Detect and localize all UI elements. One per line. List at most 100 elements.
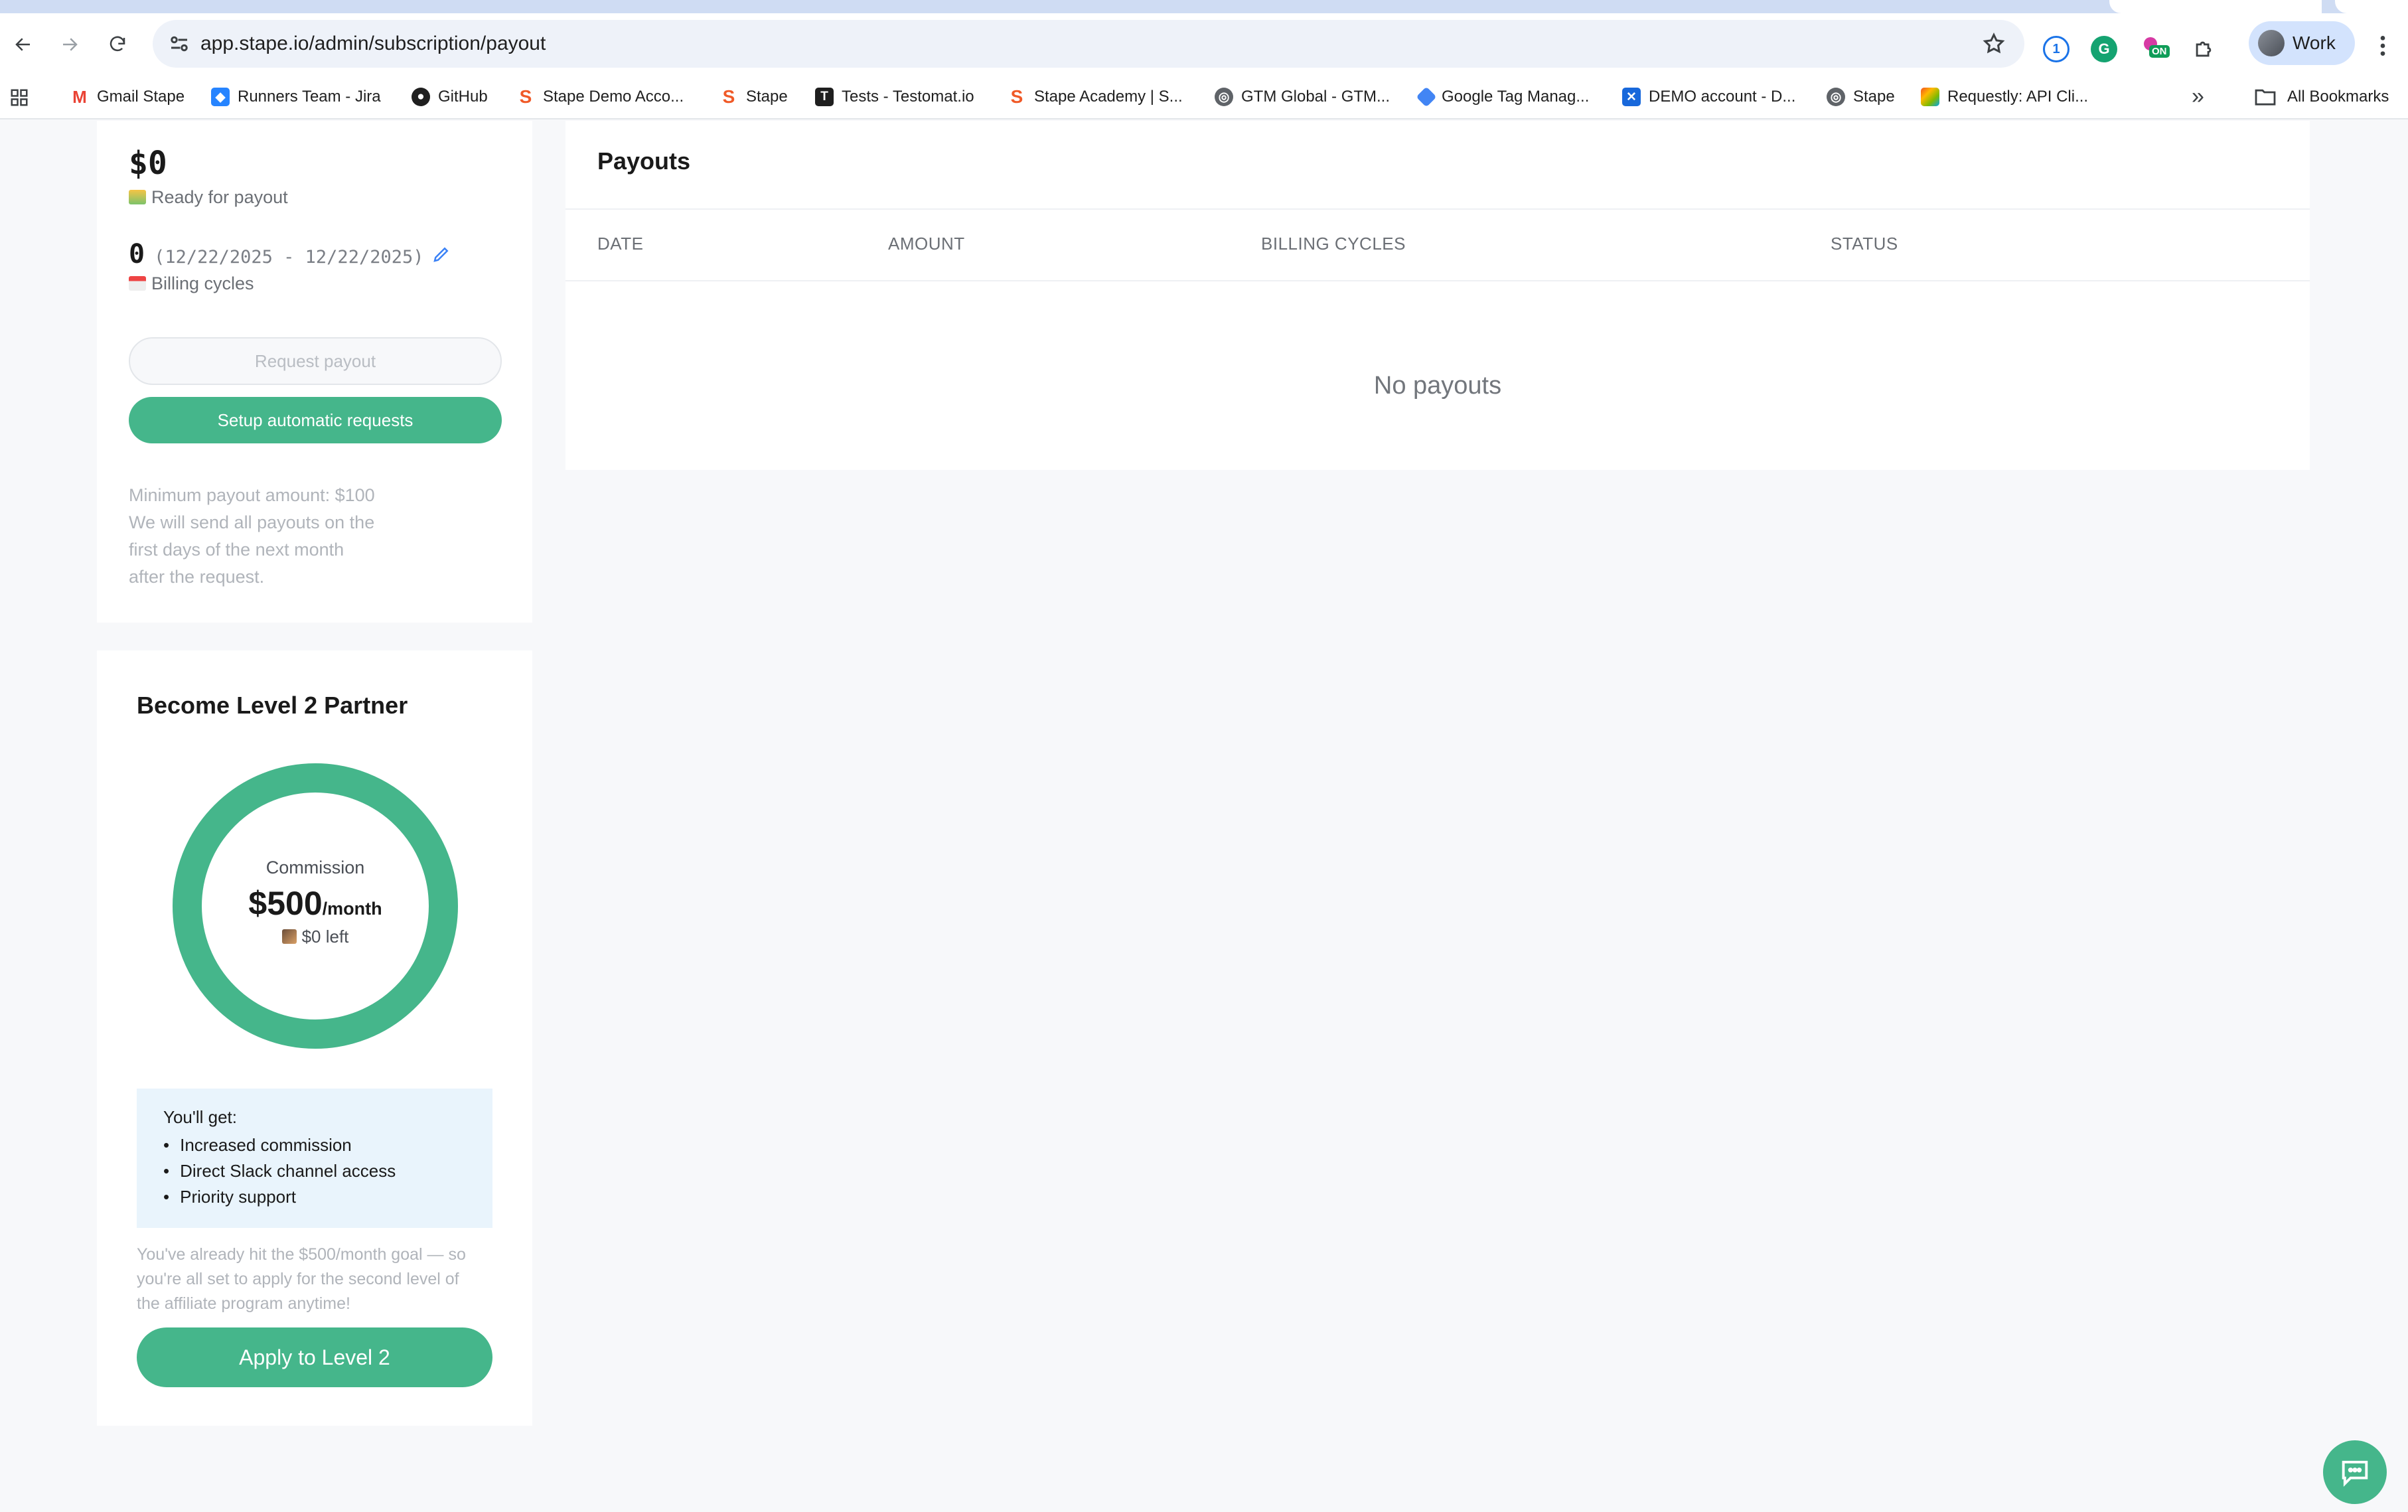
stape-icon: S (1008, 86, 1026, 107)
stape-icon: S (719, 86, 738, 107)
github-icon: ● (412, 88, 430, 106)
extension-on-icon[interactable]: ON (2143, 36, 2170, 62)
confluence-icon: ✕ (1622, 88, 1641, 106)
bookmarks-bar: M Gmail Stape ◆ Runners Team - Jira ● Gi… (0, 74, 2408, 119)
bookmark-label: Google Tag Manag... (1442, 88, 1590, 106)
stape-icon: S (516, 86, 535, 107)
bookmark-item[interactable]: ◎ GTM Global - GTM... (1215, 74, 1390, 119)
level-partner-card: Become Level 2 Partner Commission $500/m… (97, 650, 532, 1426)
forward-icon[interactable] (53, 28, 86, 61)
all-bookmarks-label: All Bookmarks (2287, 88, 2389, 106)
extension-badge: ON (2149, 45, 2170, 58)
payouts-title: Payouts (597, 147, 691, 175)
column-header-date[interactable]: DATE (597, 234, 643, 254)
folder-icon (2255, 89, 2276, 106)
back-icon[interactable] (7, 28, 40, 61)
chat-bubble-icon (2342, 1460, 2368, 1487)
avatar (2258, 30, 2285, 56)
request-payout-button[interactable]: Request payout (129, 337, 502, 385)
bookmark-item[interactable]: Requestly: API Cli... (1921, 74, 2088, 119)
globe-icon: ◎ (1827, 88, 1845, 106)
commission-left-text: $0 left (301, 927, 349, 946)
extensions-puzzle-icon[interactable] (2190, 36, 2217, 62)
grammarly-icon[interactable]: G (2091, 36, 2117, 62)
benefit-item: Direct Slack channel access (163, 1158, 396, 1184)
apply-level-2-button[interactable]: Apply to Level 2 (137, 1327, 492, 1387)
bookmark-star-icon[interactable] (1982, 32, 2006, 56)
bookmark-label: Gmail Stape (97, 88, 185, 106)
billing-cycles-row: 0 (12/22/2025 - 12/22/2025) (129, 239, 451, 269)
bookmark-item[interactable]: ◎ Stape (1827, 74, 1895, 119)
bookmark-item[interactable]: ◆ Runners Team - Jira (211, 74, 381, 119)
more-bookmarks-icon[interactable]: » (2192, 85, 2214, 109)
climber-icon (281, 929, 297, 944)
benefits-title: You'll get: (163, 1107, 237, 1127)
all-bookmarks-button[interactable]: All Bookmarks (2254, 74, 2389, 119)
ready-label-text: Ready for payout (151, 187, 288, 207)
bookmark-label: Runners Team - Jira (238, 88, 381, 106)
apps-grid-icon[interactable] (9, 88, 29, 108)
testomat-icon: T (815, 88, 834, 106)
commission-left: $0 left (173, 927, 458, 947)
divider (565, 280, 2310, 281)
payout-balance: $0 (129, 145, 167, 182)
bookmark-item[interactable]: S Stape (719, 74, 788, 119)
address-bar[interactable]: app.stape.io/admin/subscription/payout (153, 20, 2024, 68)
tab-edge[interactable] (2335, 0, 2408, 13)
level-title: Become Level 2 Partner (137, 692, 408, 719)
tab-strip (0, 0, 2408, 13)
column-header-amount[interactable]: AMOUNT (888, 234, 965, 254)
empty-state-text: No payouts (1373, 372, 1502, 400)
bookmark-label: Stape (746, 88, 788, 106)
payout-note: Minimum payout amount: $100 We will send… (129, 482, 408, 591)
column-header-status[interactable]: STATUS (1831, 234, 1898, 254)
bookmark-item[interactable]: ● GitHub (412, 74, 488, 119)
bookmark-item[interactable]: T Tests - Testomat.io (815, 74, 974, 119)
active-tab-edge[interactable] (2109, 0, 2322, 13)
billing-label-text: Billing cycles (151, 273, 254, 293)
bookmark-item[interactable]: Google Tag Manag... (1416, 74, 1590, 119)
column-header-billing-cycles[interactable]: BILLING CYCLES (1261, 234, 1406, 254)
bookmark-item[interactable]: ✕ DEMO account - D... (1622, 74, 1795, 119)
requestly-icon (1921, 88, 1939, 106)
bookmark-item[interactable]: M Gmail Stape (70, 74, 185, 119)
money-icon (129, 190, 146, 204)
divider (565, 208, 2310, 210)
bookmark-label: Stape Demo Acco... (543, 88, 684, 106)
benefits-box: You'll get: Increased commission Direct … (137, 1089, 492, 1228)
billing-cycles-count: 0 (129, 239, 145, 269)
benefits-list: Increased commission Direct Slack channe… (163, 1132, 396, 1210)
bookmark-label: DEMO account - D... (1649, 88, 1796, 106)
pencil-edit-icon[interactable] (431, 244, 451, 264)
url-text[interactable]: app.stape.io/admin/subscription/payout (200, 20, 546, 68)
profile-button[interactable]: Work (2249, 21, 2355, 65)
chat-support-button[interactable] (2323, 1440, 2387, 1504)
site-settings-icon[interactable] (167, 32, 191, 56)
browser-toolbar: app.stape.io/admin/subscription/payout 1… (0, 13, 2408, 74)
payout-note-line: We will send all payouts on the (129, 512, 375, 532)
bookmark-label: Stape (1853, 88, 1895, 106)
reload-icon[interactable] (101, 28, 134, 61)
commission-unit: /month (322, 899, 382, 919)
gtm-icon (1416, 86, 1437, 108)
kebab-menu-icon[interactable] (2370, 31, 2396, 61)
calendar-icon (129, 276, 146, 291)
bookmark-item[interactable]: S Stape Demo Acco... (516, 74, 684, 119)
bookmark-item[interactable]: S Stape Academy | S... (1008, 74, 1183, 119)
commission-amount: $500 (248, 885, 323, 922)
payout-note-line: first days of the next month (129, 540, 344, 560)
bookmark-label: Stape Academy | S... (1034, 88, 1183, 106)
commission-label: Commission (265, 858, 365, 877)
payout-note-line: Minimum payout amount: $100 (129, 485, 375, 505)
profile-label: Work (2293, 33, 2336, 53)
payout-note-line: after the request. (129, 567, 265, 587)
jira-icon: ◆ (211, 88, 230, 106)
bookmark-label: GTM Global - GTM... (1241, 88, 1391, 106)
gmail-icon: M (70, 87, 89, 107)
setup-automatic-requests-button[interactable]: Setup automatic requests (129, 397, 502, 443)
password-manager-icon[interactable]: 1 (2043, 36, 2069, 62)
bookmark-label: GitHub (438, 88, 488, 106)
payouts-table-card: Payouts DATE AMOUNT BILLING CYCLES STATU… (565, 121, 2310, 470)
bookmark-label: Tests - Testomat.io (842, 88, 974, 106)
payout-summary-card: $0 Ready for payout 0 (12/22/2025 - 12/2… (97, 121, 532, 623)
